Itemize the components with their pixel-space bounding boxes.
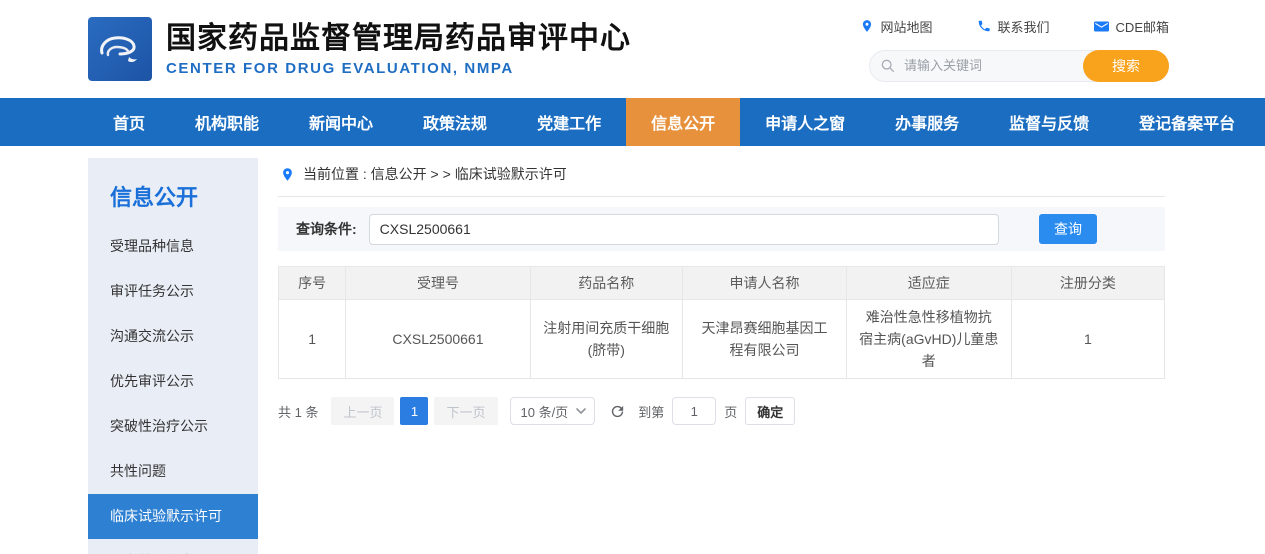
main-nav: 首页 机构职能 新闻中心 政策法规 党建工作 信息公开 申请人之窗 办事服务 监… [0,98,1265,146]
site-logo: 国家药品监督管理局药品审评中心 CENTER FOR DRUG EVALUATI… [88,17,631,81]
goto-label: 到第 [638,402,664,421]
contact-label: 联系我们 [998,17,1050,36]
sitemap-link[interactable]: 网站地图 [860,17,933,36]
sidebar-item-priority-review[interactable]: 优先审评公示 [88,359,258,404]
main-panel: 当前位置 : 信息公开 > > 临床试验默示许可 查询条件: 查询 序号 受理号… [278,158,1165,554]
col-header-indication: 适应症 [846,267,1011,300]
nav-item-info-disclosure[interactable]: 信息公开 [626,98,740,146]
query-label: 查询条件: [296,219,357,239]
search-bar: 搜索 [869,50,1169,82]
confirm-button[interactable]: 确定 [745,397,795,425]
search-icon [880,58,896,79]
logo-text: 国家药品监督管理局药品审评中心 CENTER FOR DRUG EVALUATI… [166,21,631,77]
cell-acceptance-no: CXSL2500661 [346,300,530,379]
sidebar-item-review-tasks[interactable]: 审评任务公示 [88,269,258,314]
nav-item-applicant-window[interactable]: 申请人之窗 [740,98,870,146]
col-header-applicant: 申请人名称 [683,267,847,300]
nav-item-supervision[interactable]: 监督与反馈 [984,98,1114,146]
query-bar: 查询条件: 查询 [278,207,1165,251]
goto-page-input[interactable] [672,397,716,425]
chevron-down-icon [576,408,586,415]
breadcrumb-text: 当前位置 : 信息公开 > > 临床试验默示许可 [303,164,567,184]
cell-applicant: 天津昂赛细胞基因工程有限公司 [683,300,847,379]
mailbox-link[interactable]: CDE邮箱 [1094,17,1169,36]
query-button[interactable]: 查询 [1039,214,1097,244]
col-header-registration-class: 注册分类 [1011,267,1164,300]
cell-indication: 难治性急性移植物抗宿主病(aGvHD)儿童患者 [846,300,1011,379]
site-header: 国家药品监督管理局药品审评中心 CENTER FOR DRUG EVALUATI… [0,0,1265,98]
sidebar-item-communication[interactable]: 沟通交流公示 [88,314,258,359]
col-header-index: 序号 [279,267,346,300]
contact-link[interactable]: 联系我们 [977,17,1050,36]
sitemap-label: 网站地图 [881,17,933,36]
cell-index: 1 [279,300,346,379]
nav-item-registration-platform[interactable]: 登记备案平台 [1114,98,1260,146]
page-number-button[interactable]: 1 [400,397,428,425]
col-header-drug-name: 药品名称 [530,267,682,300]
page-size-select[interactable]: 10 条/页 [510,397,596,425]
table-header-row: 序号 受理号 药品名称 申请人名称 适应症 注册分类 [279,267,1165,300]
sidebar-item-common-issues[interactable]: 共性问题 [88,449,258,494]
nav-item-home[interactable]: 首页 [88,98,170,146]
prev-page-button[interactable]: 上一页 [331,397,394,425]
next-page-button[interactable]: 下一页 [434,397,497,425]
sidebar-title: 信息公开 [88,174,258,224]
quick-links: 网站地图 联系我们 CDE邮箱 [860,17,1169,36]
sidebar-item-accepted-varieties[interactable]: 受理品种信息 [88,224,258,269]
site-subtitle: CENTER FOR DRUG EVALUATION, NMPA [166,60,631,77]
table-row: 1 CXSL2500661 注射用间充质干细胞(脐带) 天津昂赛细胞基因工程有限… [279,300,1165,379]
sidebar: 信息公开 受理品种信息 审评任务公示 沟通交流公示 优先审评公示 突破性治疗公示… [88,158,258,554]
mailbox-label: CDE邮箱 [1116,17,1169,36]
nav-item-services[interactable]: 办事服务 [870,98,984,146]
sidebar-item-marketed-drugs[interactable]: 上市药品信息 [88,539,258,554]
pagination: 共 1 条 上一页 1 下一页 10 条/页 到第 页 确定 [278,397,1165,425]
search-button[interactable]: 搜索 [1083,50,1169,82]
results-table: 序号 受理号 药品名称 申请人名称 适应症 注册分类 1 CXSL2500661… [278,266,1165,379]
location-pin-icon [280,167,295,182]
sidebar-item-clinical-trial-implied-license[interactable]: 临床试验默示许可 [88,494,258,539]
refresh-icon[interactable] [609,403,626,420]
query-input[interactable] [369,214,999,245]
nav-item-party[interactable]: 党建工作 [512,98,626,146]
cell-registration-class: 1 [1011,300,1164,379]
mail-icon [1094,20,1109,33]
nav-item-news[interactable]: 新闻中心 [284,98,398,146]
total-count-label: 共 1 条 [278,402,318,421]
nav-item-functions[interactable]: 机构职能 [170,98,284,146]
phone-icon [977,19,991,33]
col-header-acceptance-no: 受理号 [346,267,530,300]
content-area: 信息公开 受理品种信息 审评任务公示 沟通交流公示 优先审评公示 突破性治疗公示… [0,146,1265,554]
cell-drug-name: 注射用间充质干细胞(脐带) [530,300,682,379]
cde-logo-icon [88,17,152,81]
nav-item-policies[interactable]: 政策法规 [398,98,512,146]
location-pin-icon [860,19,874,33]
page-size-value: 10 条/页 [521,402,569,421]
sidebar-item-breakthrough-therapy[interactable]: 突破性治疗公示 [88,404,258,449]
breadcrumb: 当前位置 : 信息公开 > > 临床试验默示许可 [278,158,1165,197]
header-right: 网站地图 联系我们 CDE邮箱 搜索 [860,17,1169,82]
page-unit-label: 页 [724,402,737,421]
site-title: 国家药品监督管理局药品审评中心 [166,21,631,57]
